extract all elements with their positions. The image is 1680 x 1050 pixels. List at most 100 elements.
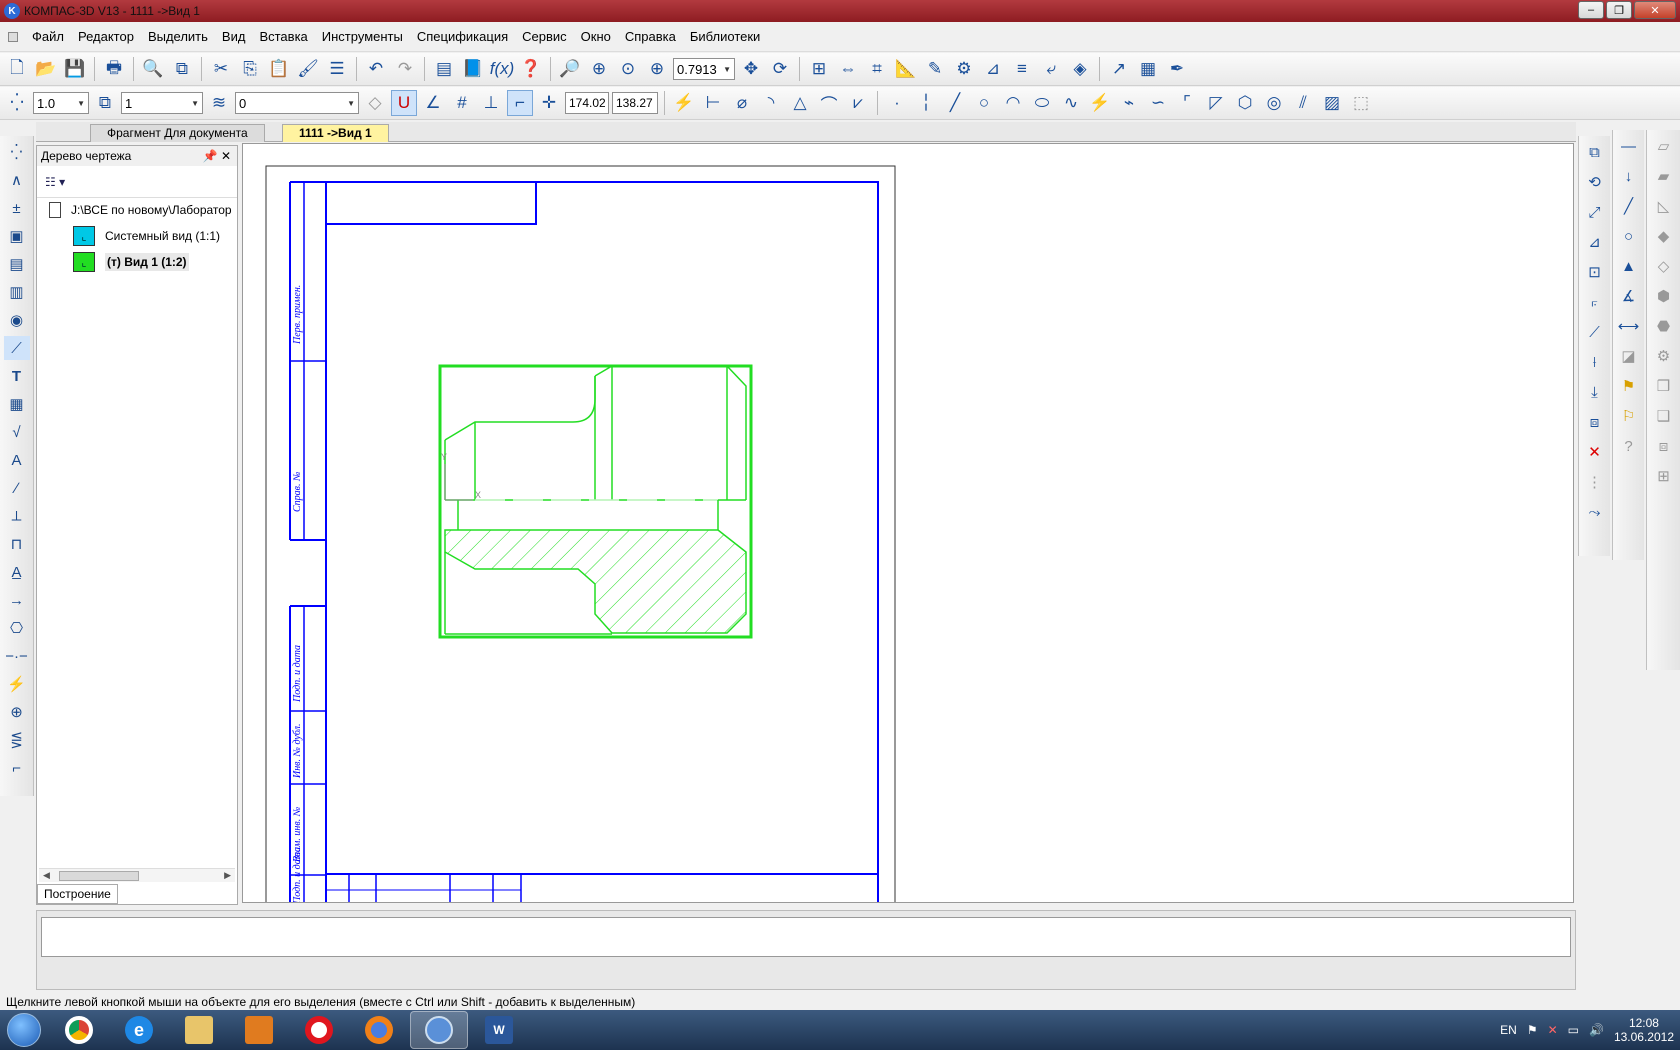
polyline-icon[interactable]: ⌁ (1116, 90, 1142, 116)
scroll-thumb[interactable] (59, 870, 139, 881)
merge-icon[interactable]: ⤳ (1582, 500, 1608, 524)
associative-views-icon[interactable]: ▣ (4, 224, 30, 248)
symbols-tool-icon[interactable]: ± (4, 196, 30, 220)
center-mark-icon[interactable]: ⊕ (4, 700, 30, 724)
roughness-tool-icon[interactable]: √ (4, 420, 30, 444)
constraint-icon[interactable]: ⚐ (1616, 404, 1642, 428)
menu-help[interactable]: Справка (625, 29, 676, 44)
orthogonal-icon[interactable]: ⊥ (478, 90, 504, 116)
zoom-combo[interactable]: 0.7913 ▼ (673, 58, 735, 80)
arrow-icon[interactable]: → (4, 588, 30, 612)
menu-insert[interactable]: Вставка (259, 29, 307, 44)
solid-4-icon[interactable]: ❒ (1651, 374, 1677, 398)
preview-icon[interactable]: 🔍 (140, 56, 166, 82)
contour-icon[interactable]: ◎ (1261, 90, 1287, 116)
clock[interactable]: 12:08 13.06.2012 (1614, 1016, 1674, 1044)
report-icon[interactable]: ⤶ (1038, 56, 1064, 82)
print-icon[interactable]: 🖶 (101, 56, 127, 82)
solid-3-icon[interactable]: ⚙ (1651, 344, 1677, 368)
volume-icon[interactable]: 🔊 (1589, 1023, 1604, 1037)
size-fix-icon[interactable]: ⟷ (1616, 314, 1642, 338)
fillet-icon[interactable]: ⌜ (1174, 90, 1200, 116)
linear-dimension-icon[interactable]: ⊢ (700, 90, 726, 116)
function-icon[interactable]: f(x) (489, 56, 515, 82)
zoom-all-icon[interactable]: ⊕ (586, 56, 612, 82)
surface-5-icon[interactable]: ◇ (1651, 254, 1677, 278)
tree-item-view-1[interactable]: ⌞ (т) Вид 1 (1:2) (73, 252, 189, 272)
maximize-button[interactable]: ❐ (1606, 1, 1632, 19)
mark-icon[interactable]: A̲ (4, 560, 30, 584)
view-combo[interactable]: 1 ▼ (121, 92, 203, 114)
annotation-icon[interactable]: ✎ (922, 56, 948, 82)
deform-icon[interactable]: ⟔ (1582, 290, 1608, 314)
bezier-icon[interactable]: ∽ (1145, 90, 1171, 116)
taskbar-explorer[interactable] (170, 1011, 228, 1049)
error-icon[interactable]: ✕ (1548, 1023, 1558, 1037)
auto-line-icon[interactable]: ⚡ (1087, 90, 1113, 116)
spec-icon[interactable]: ≡ (1009, 56, 1035, 82)
leader-icon[interactable]: ∕ (4, 476, 30, 500)
language-indicator[interactable]: EN (1500, 1023, 1517, 1037)
info-icon[interactable]: ◈ (1067, 56, 1093, 82)
extend-icon[interactable]: ⤓ (1582, 380, 1608, 404)
position-label-icon[interactable]: A (4, 448, 30, 472)
menu-view[interactable]: Вид (222, 29, 246, 44)
menu-specification[interactable]: Спецификация (417, 29, 508, 44)
angle-fix-icon[interactable]: ∡ (1616, 284, 1642, 308)
menu-select[interactable]: Выделить (148, 29, 208, 44)
surface-1-icon[interactable]: ▱ (1651, 134, 1677, 158)
save-icon[interactable]: 💾 (62, 56, 88, 82)
settings-pen-icon[interactable]: ✒ (1164, 56, 1190, 82)
vline-icon[interactable]: ↓ (1616, 164, 1642, 188)
collinear-icon[interactable]: ◪ (1616, 344, 1642, 368)
tab-drawing-view[interactable]: 1111 ->Вид 1 (282, 124, 389, 142)
cut-line-icon[interactable]: ⎔ (4, 616, 30, 640)
group-icon[interactable]: ⧈ (1582, 410, 1608, 434)
zoom-fit-icon[interactable]: ⊙ (615, 56, 641, 82)
undo-icon[interactable]: ↶ (363, 56, 389, 82)
tree-item-system-view[interactable]: ⌞ Системный вид (1:1) (73, 226, 220, 246)
text-icon[interactable]: T (4, 364, 30, 388)
params-icon[interactable]: ⊿ (980, 56, 1006, 82)
aux-line-icon[interactable]: ╎ (913, 90, 939, 116)
help-pointer-icon[interactable]: ❓ (518, 56, 544, 82)
taskbar-firefox[interactable] (350, 1011, 408, 1049)
arc-icon[interactable]: ◠ (1000, 90, 1026, 116)
grid-toggle-icon[interactable]: # (449, 90, 475, 116)
menu-tools[interactable]: Инструменты (322, 29, 403, 44)
eraser-icon[interactable]: ◇ (362, 90, 388, 116)
close-button[interactable]: ✕ (1634, 1, 1676, 19)
ellipse-icon[interactable]: ⬭ (1029, 90, 1055, 116)
hline-icon[interactable]: — (1616, 134, 1642, 158)
minimize-button[interactable]: – (1578, 1, 1604, 19)
library-manager-icon[interactable]: 📘 (460, 56, 486, 82)
circle-icon[interactable]: ○ (971, 90, 997, 116)
measure-icon[interactable]: 📐 (893, 56, 919, 82)
solid-7-icon[interactable]: ⊞ (1651, 464, 1677, 488)
split-icon[interactable]: ⟊ (1582, 350, 1608, 374)
kompas-app-icon[interactable]: K (4, 3, 20, 19)
copy-icon[interactable]: ⎘ (237, 56, 263, 82)
menu-editor[interactable]: Редактор (78, 29, 134, 44)
step-combo[interactable]: 1.0 ▼ (33, 92, 89, 114)
tab-fragment[interactable]: Фрагмент Для документа (90, 124, 265, 142)
set-value-icon[interactable]: ⚑ (1616, 374, 1642, 398)
network-icon[interactable]: ▭ (1568, 1023, 1579, 1037)
properties-field[interactable] (41, 917, 1571, 957)
chamfer-icon[interactable]: ◸ (1203, 90, 1229, 116)
macro-icon[interactable]: ⬚ (1348, 90, 1374, 116)
dimensions-panel-icon[interactable]: ⇔ (835, 56, 861, 82)
redo-icon[interactable]: ↷ (392, 56, 418, 82)
surface-2-icon[interactable]: ▰ (1651, 164, 1677, 188)
view-state-icon[interactable]: ⧉ (92, 90, 118, 116)
menu-libraries[interactable]: Библиотеки (690, 29, 760, 44)
diameter-dimension-icon[interactable]: ⌀ (729, 90, 755, 116)
tab-construction[interactable]: Построение (37, 884, 118, 904)
cursor-coords-icon[interactable]: ✛ (536, 90, 562, 116)
taskbar-ie[interactable]: e (110, 1011, 168, 1049)
coord-y-field[interactable] (612, 92, 658, 114)
coord-x-field[interactable] (565, 92, 609, 114)
arc-dimension-icon[interactable]: ⌒ (816, 90, 842, 116)
help-constraint-icon[interactable]: ? (1616, 434, 1642, 458)
fix-icon[interactable]: ▲ (1616, 254, 1642, 278)
